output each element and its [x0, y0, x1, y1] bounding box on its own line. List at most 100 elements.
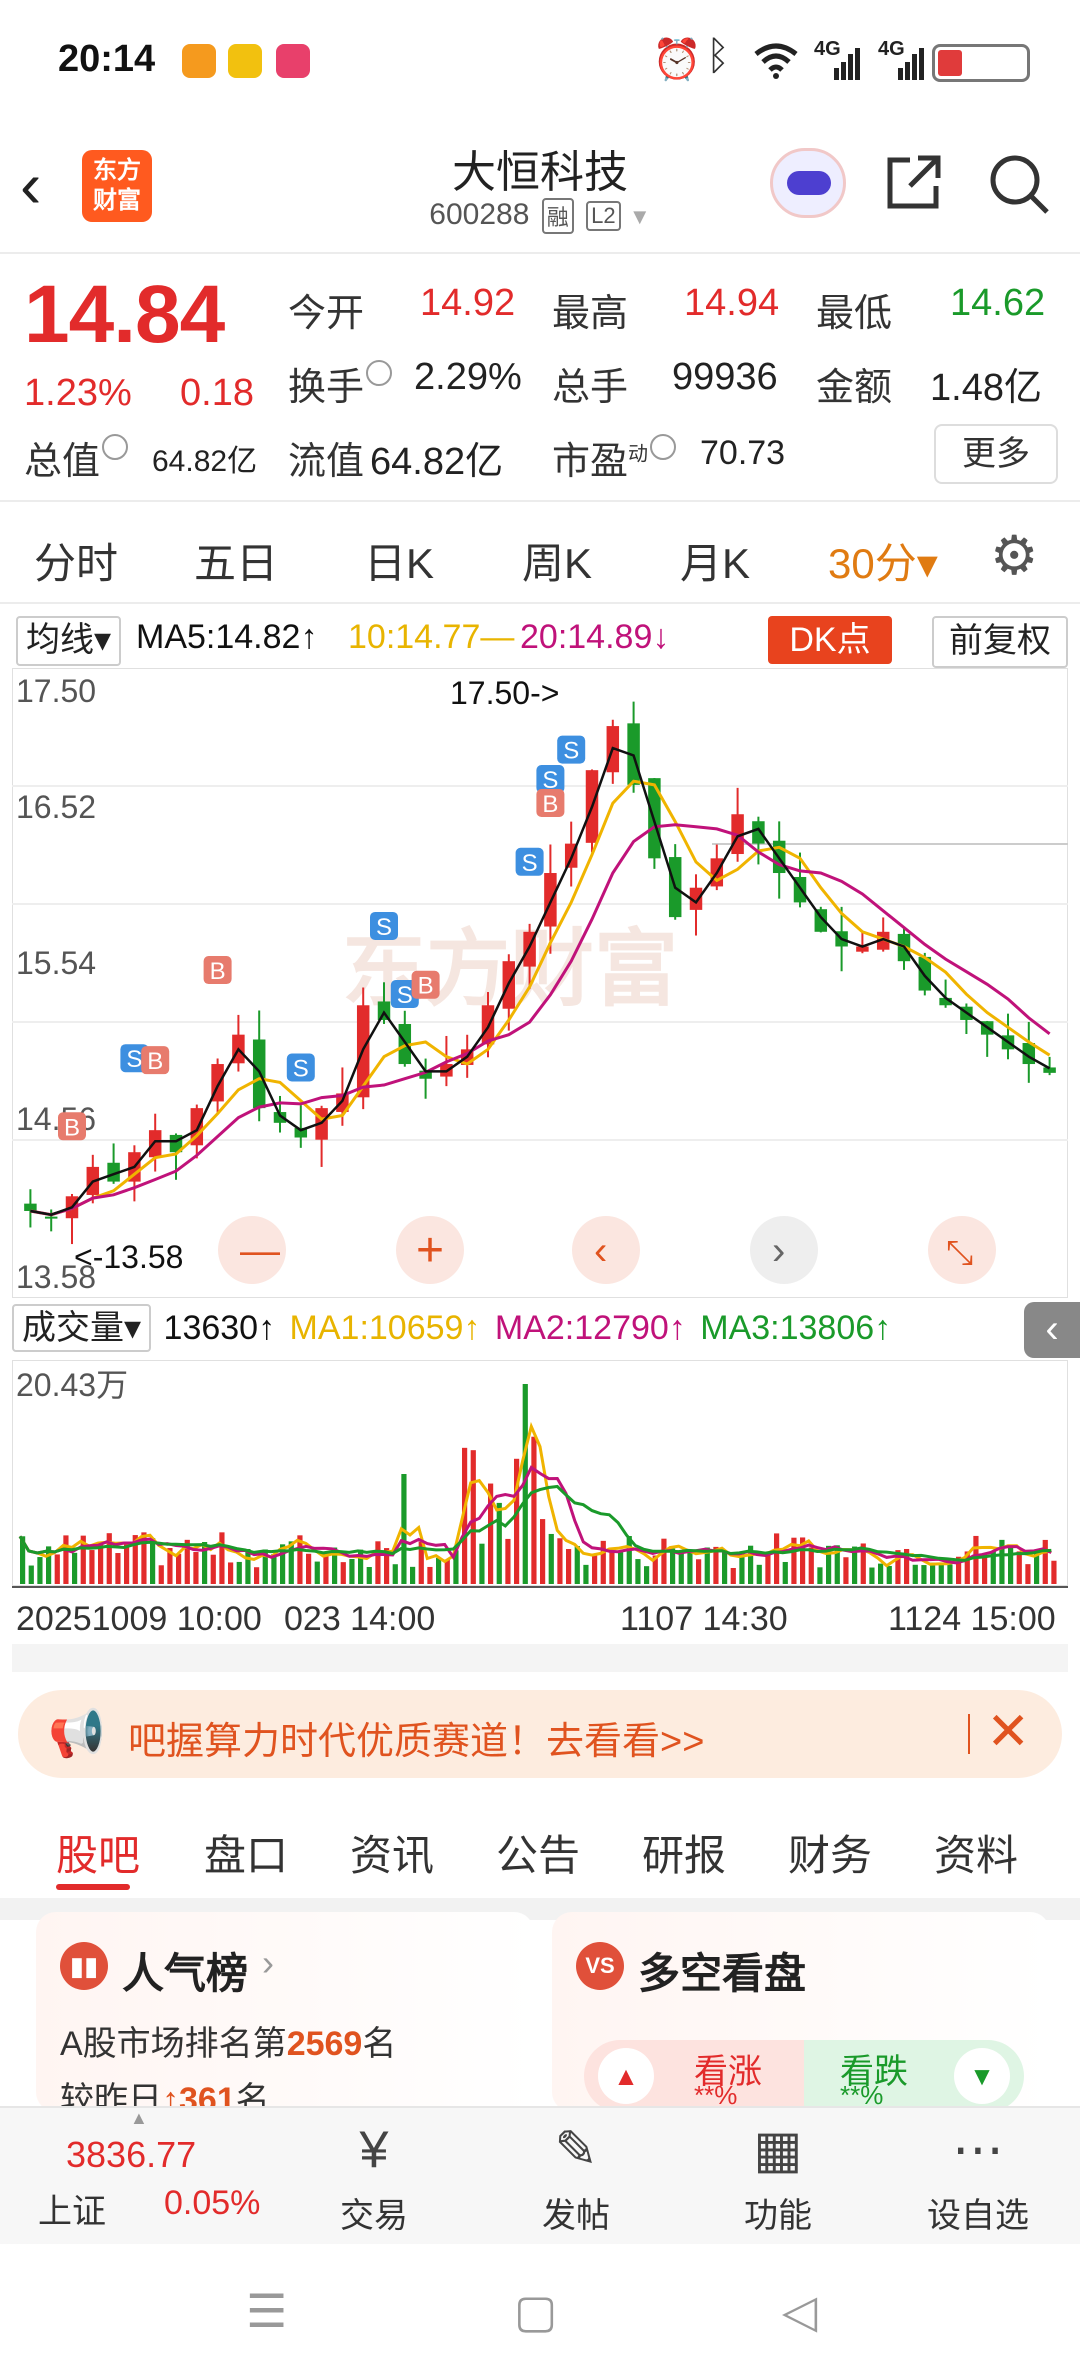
nav-functions[interactable]: ▦ 功能 [718, 2118, 838, 2237]
amount-value: 1.48亿 [930, 367, 1042, 409]
x-tick: 1124 15:00 [888, 1600, 1056, 1638]
volume-bar [427, 1566, 433, 1584]
float-value: 64.82亿 [370, 441, 504, 483]
nav-trade-label: 交易 [340, 2197, 408, 2235]
collapse-panel-button[interactable]: ‹ [1024, 1302, 1080, 1358]
volume-bar [670, 1548, 676, 1584]
triangle-down-icon: ▼ [954, 2048, 1010, 2104]
tab-research[interactable]: 研报 [642, 1822, 726, 1883]
svg-text:—: — [240, 1229, 280, 1273]
tab-monthly-k[interactable]: 月K [680, 530, 750, 591]
turnover-label[interactable]: 换手 [288, 356, 393, 411]
volume-bar [696, 1559, 702, 1584]
volume-bar [63, 1535, 69, 1584]
ai-robot-icon[interactable] [770, 148, 846, 218]
nav-watchlist[interactable]: ⋯ 设自选 [918, 2118, 1038, 2237]
more-button[interactable]: 更多 [934, 424, 1058, 484]
indicator-select[interactable]: 成交量▾ [12, 1304, 152, 1352]
bar-chart-icon: ▮▮ [60, 1942, 108, 1990]
volume-bar [1034, 1552, 1040, 1584]
volume-header: 成交量▾ 13630↑ MA1:10659↑ MA2:12790↑ MA3:13… [12, 1304, 891, 1354]
volume-chart[interactable]: 20.43万 [12, 1360, 1068, 1586]
dk-point-button[interactable]: DK点 [768, 616, 892, 664]
ma-select[interactable]: 均线▾ [16, 616, 122, 666]
index-value[interactable]: 3836.77 [66, 2134, 196, 2176]
home-icon[interactable]: ▢ [514, 2284, 557, 2338]
volume-bar [115, 1553, 121, 1584]
pe-label[interactable]: 市盈动 [552, 430, 677, 485]
float-label: 流值 [288, 441, 365, 483]
volume-bar [661, 1538, 667, 1584]
tab-finance[interactable]: 财务 [788, 1822, 872, 1883]
index-name[interactable]: 上证 [38, 2184, 106, 2233]
tabs-divider [0, 602, 1080, 604]
volume-bar [592, 1554, 598, 1584]
tab-news[interactable]: 资讯 [350, 1822, 434, 1883]
signal-icon [834, 48, 860, 80]
banner-separator [968, 1714, 970, 1754]
share-icon[interactable] [878, 152, 948, 222]
yen-cycle-icon: ¥ [359, 2121, 389, 2179]
volume-bar [72, 1552, 78, 1584]
tab-announcements[interactable]: 公告 [496, 1822, 580, 1883]
change-percent: 1.23% [24, 372, 132, 414]
tab-guba[interactable]: 股吧 [56, 1822, 140, 1883]
back-nav-icon[interactable]: ◁ [782, 2284, 817, 2338]
menu-icon[interactable]: ☰ [246, 2284, 287, 2338]
volume-bar [1025, 1564, 1031, 1584]
chart-bottom-band [12, 1644, 1068, 1672]
bear-button[interactable]: 看跌 **% ▼ [804, 2040, 1024, 2112]
open-value: 14.92 [420, 282, 516, 324]
tab-daily-k[interactable]: 日K [364, 530, 434, 591]
tab-profile[interactable]: 资料 [934, 1822, 1018, 1883]
volume-bar [626, 1536, 632, 1584]
candle-body [24, 1203, 37, 1211]
kline-chart[interactable]: 东方财富 17.50 16.52 15.54 14.56 13.58 17.50… [12, 668, 1068, 1298]
volume-bar [938, 1563, 944, 1584]
mktcap-label[interactable]: 总值 [24, 430, 129, 485]
status-bar: 20:14 ⏰ ᛒ 4G 4G 17 [0, 0, 1080, 120]
search-icon[interactable] [984, 152, 1054, 222]
nav-post[interactable]: ✎ 发帖 [516, 2118, 636, 2237]
alarm-icon: ⏰ [652, 38, 702, 82]
nav-trade[interactable]: ¥ 交易 [314, 2118, 434, 2237]
volume-bar [158, 1565, 164, 1584]
adjust-button[interactable]: 前复权 [932, 616, 1068, 668]
system-nav-bar: ☰ ▢ ◁ [0, 2244, 1080, 2376]
trade-marker-label: S [126, 1046, 142, 1073]
signal-icon-2 [898, 48, 924, 80]
vol-ma2-readout: MA2:12790↑ [494, 1309, 686, 1347]
helmet-app-icon [228, 44, 262, 78]
tab-weekly-k[interactable]: 周K [522, 530, 592, 591]
tab-30min[interactable]: 30分▾ [828, 530, 938, 591]
volume-bar [912, 1564, 918, 1584]
tab-five-day[interactable]: 五日 [194, 530, 278, 591]
header-divider [0, 252, 1080, 254]
promo-banner[interactable]: 📢 吧握算力时代优质赛道！去看看>> ✕ [18, 1690, 1062, 1778]
volume-bar [574, 1546, 580, 1584]
index-change[interactable]: 0.05% [164, 2184, 260, 2223]
popularity-title: 人气榜 [122, 1950, 249, 1997]
tab-intraday[interactable]: 分时 [34, 530, 118, 591]
volume-bar [219, 1532, 225, 1584]
nav-watchlist-label: 设自选 [927, 2197, 1029, 2235]
low-label: 最低 [816, 293, 893, 335]
volume-bar [540, 1519, 546, 1584]
volume-bar [1016, 1551, 1022, 1584]
margin-tag: 融 [541, 198, 574, 235]
long-short-card[interactable]: VS 多空看盘 ▲ 看涨 **% 看跌 **% ▼ [552, 1912, 1050, 2112]
volume-bar [869, 1567, 875, 1584]
volume-bar [609, 1551, 615, 1584]
tab-pankou[interactable]: 盘口 [204, 1822, 288, 1883]
quote-divider [0, 500, 1080, 502]
bull-button[interactable]: ▲ 看涨 **% [584, 2040, 804, 2112]
vol-ma3-readout: MA3:13806↑ [700, 1309, 892, 1347]
close-icon[interactable]: ✕ [986, 1702, 1030, 1762]
more-dots-icon: ⋯ [952, 2121, 1004, 2179]
gear-icon[interactable]: ⚙ [990, 524, 1038, 587]
volume-bar [843, 1557, 849, 1584]
volume-bar [349, 1558, 355, 1584]
popularity-card[interactable]: ▮▮ 人气榜 › A股市场排名第2569名 较昨日↑361名 [36, 1912, 534, 2112]
vol-top-label: 20.43万 [16, 1367, 128, 1403]
info-icon [366, 360, 393, 387]
